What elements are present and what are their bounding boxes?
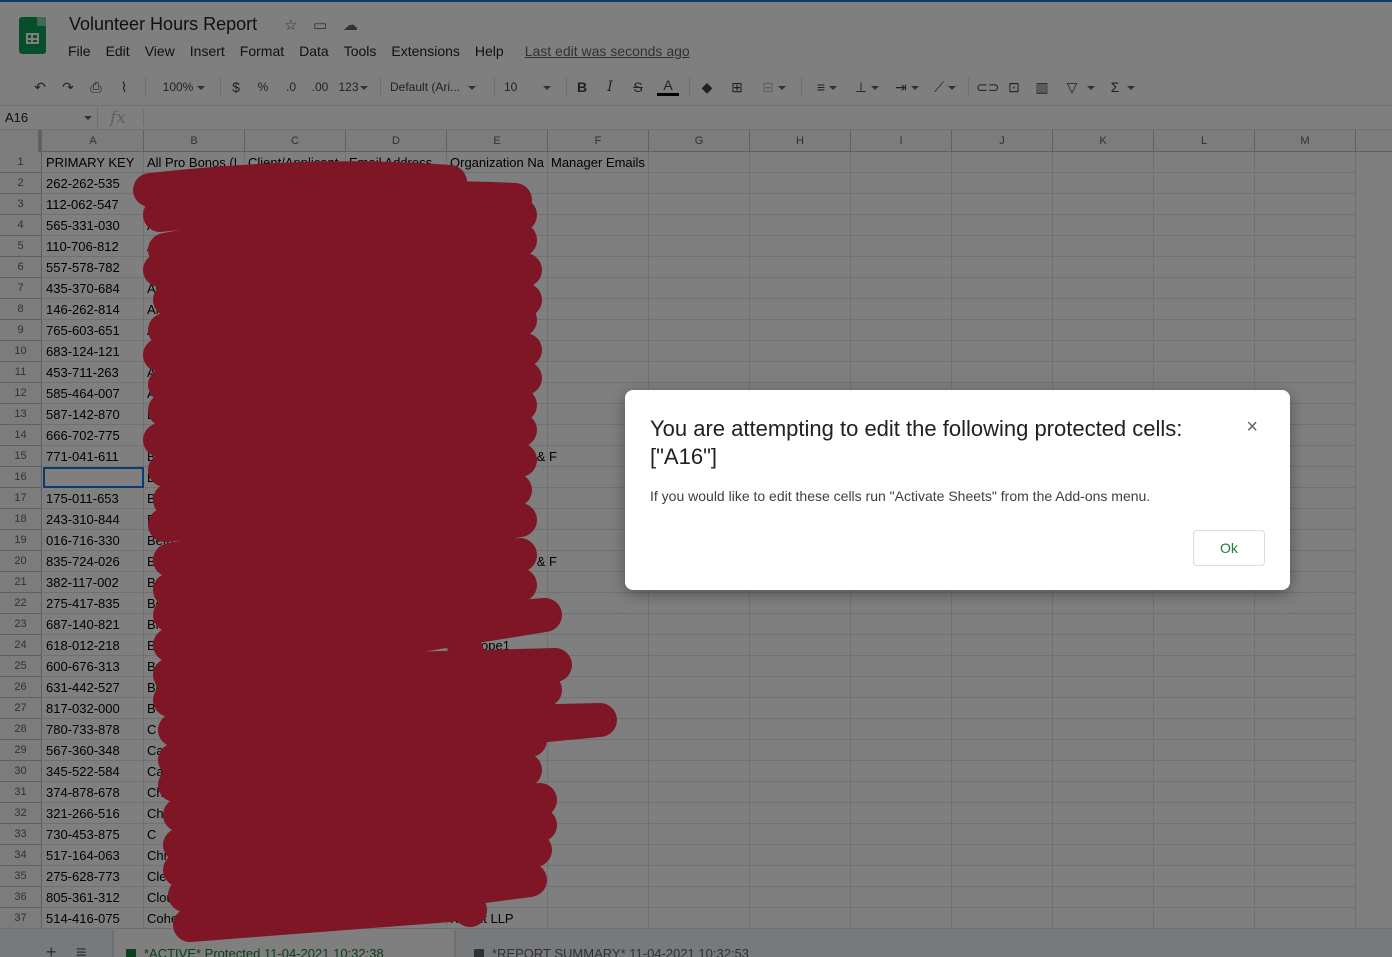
dialog-title: You are attempting to edit the following… [650, 416, 1183, 469]
ok-button[interactable]: Ok [1193, 530, 1265, 566]
close-icon[interactable]: × [1246, 417, 1258, 437]
protected-cells-dialog: You are attempting to edit the following… [625, 390, 1290, 590]
dialog-message: If you would like to edit these cells ru… [650, 488, 1151, 504]
